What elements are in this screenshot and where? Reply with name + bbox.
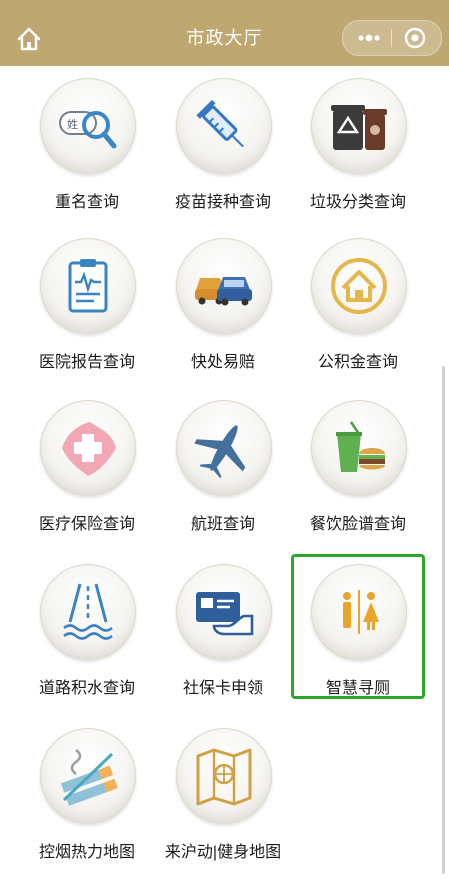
service-tile-road-water[interactable]: 道路积水查询	[17, 564, 157, 714]
header-bar: 市政大厅	[0, 0, 449, 66]
medical-insurance-icon	[40, 400, 136, 496]
service-tile-flight[interactable]: 航班查询	[153, 400, 293, 550]
capsule-divider	[391, 29, 392, 47]
close-circle-icon[interactable]	[403, 26, 427, 50]
service-tile-quick-claim[interactable]: 快处易赔	[153, 238, 293, 388]
road-water-icon	[40, 564, 136, 660]
scrollbar[interactable]	[442, 366, 445, 874]
service-tile-housing-fund[interactable]: 公积金查询	[288, 238, 428, 388]
service-label: 餐饮脸谱查询	[309, 516, 406, 533]
no-smoking-icon	[40, 728, 136, 824]
service-tile-medical-insurance[interactable]: 医疗保险查询	[17, 400, 157, 550]
more-dots-icon[interactable]	[355, 31, 383, 45]
svg-text:姓: 姓	[67, 117, 78, 131]
trash-bins-icon	[311, 78, 407, 174]
medical-report-icon	[40, 238, 136, 334]
service-label: 垃圾分类查询	[309, 194, 406, 211]
service-tile-name-search[interactable]: 姓 重名查询	[17, 78, 157, 228]
service-tile-smoke-control[interactable]: 控烟热力地图	[17, 728, 157, 878]
service-label: 来沪动|健身地图	[164, 844, 282, 861]
service-label: 公积金查询	[317, 354, 398, 371]
food-drink-icon	[311, 400, 407, 496]
service-tile-hospital-report[interactable]: 医院报告查询	[17, 238, 157, 388]
mini-program-capsule	[342, 20, 442, 56]
airplane-icon	[176, 400, 272, 496]
housing-fund-icon	[311, 238, 407, 334]
service-tile-social-card[interactable]: 社保卡申领	[153, 564, 293, 714]
fitness-map-icon	[176, 728, 272, 824]
selection-highlight	[291, 554, 425, 699]
service-tile-vaccine[interactable]: 疫苗接种查询	[153, 78, 293, 228]
social-security-card-icon	[176, 564, 272, 660]
service-tile-garbage[interactable]: 垃圾分类查询	[288, 78, 428, 228]
service-tile-fitness-map[interactable]: 来沪动|健身地图	[153, 728, 293, 878]
car-accident-icon	[176, 238, 272, 334]
vaccine-syringe-icon	[176, 78, 272, 174]
service-tile-food-safety[interactable]: 餐饮脸谱查询	[288, 400, 428, 550]
name-search-icon: 姓	[40, 78, 136, 174]
